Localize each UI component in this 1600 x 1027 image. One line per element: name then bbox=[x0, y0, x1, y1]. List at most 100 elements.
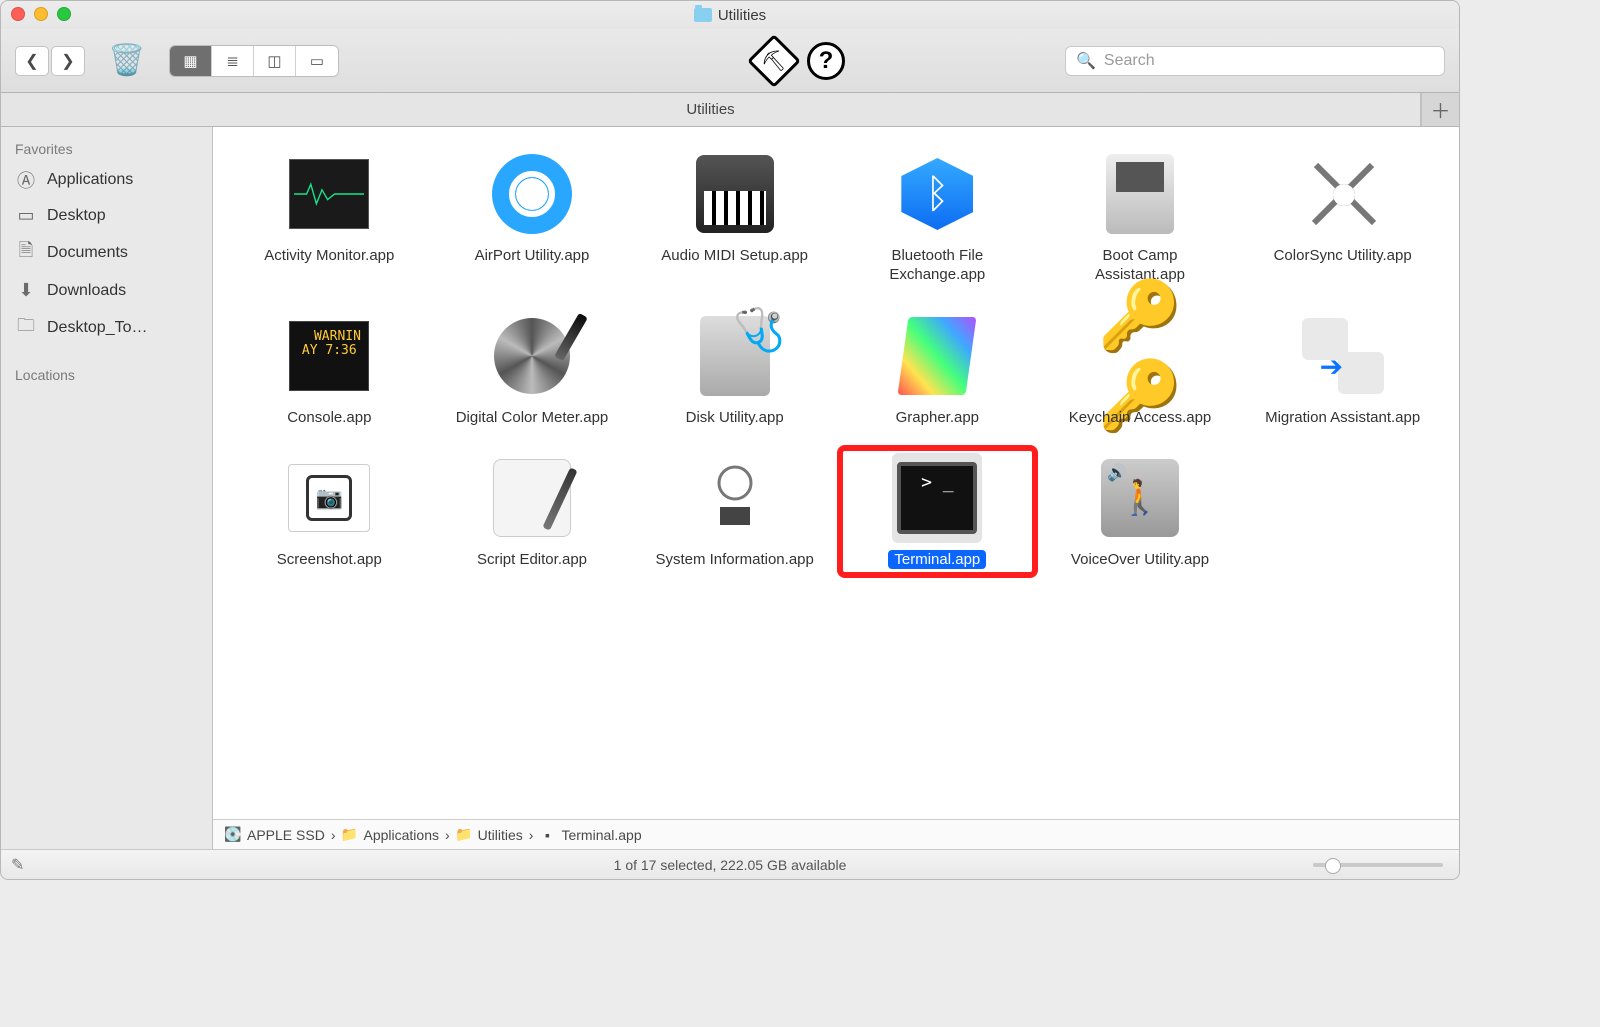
search-icon: 🔍 bbox=[1076, 51, 1096, 71]
folder-icon bbox=[694, 8, 712, 22]
edit-tags-icon[interactable]: ✎ bbox=[11, 855, 24, 875]
sysinfo-icon bbox=[690, 453, 780, 543]
forward-button[interactable]: ❯ bbox=[51, 46, 85, 76]
app-script-editor-app[interactable]: Script Editor.app bbox=[436, 449, 629, 574]
tab-label: Utilities bbox=[686, 101, 734, 118]
app-label: Audio MIDI Setup.app bbox=[655, 247, 815, 266]
app-label: ColorSync Utility.app bbox=[1263, 247, 1423, 266]
icon-grid: Activity Monitor.app AirPort Utility.app A… bbox=[233, 145, 1439, 574]
path-crumb-label: Utilities bbox=[478, 827, 523, 843]
disk-mini: 💽 bbox=[225, 826, 241, 843]
sidebar-item-applications[interactable]: ⒶApplications bbox=[1, 161, 212, 199]
app-console-app[interactable]: WARNIN AY 7:36Console.app bbox=[233, 307, 426, 432]
privileges-icon[interactable]: ⛏ bbox=[747, 34, 801, 88]
downloads-icon: ⬇ bbox=[15, 280, 37, 301]
view-column-button[interactable]: ◫ bbox=[254, 46, 296, 76]
trash-icon[interactable]: 🗑️ bbox=[109, 43, 145, 79]
voiceover-icon: 🚶 bbox=[1095, 453, 1185, 543]
sidebar-item-label: Desktop_To… bbox=[47, 319, 148, 337]
path-crumb[interactable]: 📁 Utilities bbox=[456, 826, 523, 843]
app-label: VoiceOver Utility.app bbox=[1060, 551, 1220, 570]
path-crumb-label: Terminal.app bbox=[561, 827, 641, 843]
path-separator: › bbox=[529, 827, 534, 843]
window-titlebar: Utilities bbox=[1, 1, 1459, 29]
search-input[interactable] bbox=[1104, 52, 1434, 70]
tab-utilities[interactable]: Utilities bbox=[1, 93, 1421, 126]
app-migration-assistant-app[interactable]: ➔Migration Assistant.app bbox=[1246, 307, 1439, 432]
window-title-text: Utilities bbox=[718, 7, 766, 24]
app-voiceover-utility-app[interactable]: 🚶 VoiceOver Utility.app bbox=[1044, 449, 1237, 574]
app-activity-monitor-app[interactable]: Activity Monitor.app bbox=[233, 145, 426, 289]
terminal-icon: > _ bbox=[892, 453, 982, 543]
activity-icon bbox=[284, 149, 374, 239]
window-controls bbox=[11, 7, 71, 21]
app-airport-utility-app[interactable]: AirPort Utility.app bbox=[436, 145, 629, 289]
back-button[interactable]: ❮ bbox=[15, 46, 49, 76]
toolbar: ❮ ❯ 🗑️ ▦ ≣ ◫ ▭ ⛏ ? 🔍 bbox=[1, 29, 1459, 93]
app-system-information-app[interactable]: System Information.app bbox=[638, 449, 831, 574]
status-bar: ✎ 1 of 17 selected, 222.05 GB available bbox=[1, 849, 1459, 879]
app-bluetooth-file-exchange-app[interactable]: ᛒ Bluetooth File Exchange.app bbox=[841, 145, 1034, 289]
path-crumb[interactable]: 📁Applications bbox=[342, 826, 440, 843]
zoom-button[interactable] bbox=[57, 7, 71, 21]
app-label: Grapher.app bbox=[857, 409, 1017, 428]
path-crumb[interactable]: 💽 APPLE SSD bbox=[225, 826, 325, 843]
sidebar-header: Favorites bbox=[1, 137, 212, 161]
app-label: Keychain Access.app bbox=[1060, 409, 1220, 428]
bootcamp-icon bbox=[1095, 149, 1185, 239]
view-list-button[interactable]: ≣ bbox=[212, 46, 254, 76]
app-screenshot-app[interactable]: Screenshot.app bbox=[233, 449, 426, 574]
icon-grid-area[interactable]: Activity Monitor.app AirPort Utility.app A… bbox=[213, 127, 1459, 819]
sidebar-item-label: Applications bbox=[47, 171, 133, 189]
app-terminal-app[interactable]: > _Terminal.app bbox=[841, 449, 1034, 574]
bt-icon: ᛒ bbox=[892, 149, 982, 239]
sidebar: FavoritesⒶApplications ▭ Desktop 🗎Documents… bbox=[1, 127, 213, 849]
minimize-button[interactable] bbox=[34, 7, 48, 21]
path-crumb[interactable]: ▪ Terminal.app bbox=[539, 827, 641, 843]
desktop-icon: ▭ bbox=[15, 205, 37, 226]
status-text: 1 of 17 selected, 222.05 GB available bbox=[614, 857, 847, 873]
app-label: Digital Color Meter.app bbox=[452, 409, 612, 428]
sidebar-item-documents[interactable]: 🗎Documents bbox=[1, 232, 212, 274]
screenshot-icon bbox=[284, 453, 374, 543]
app-digital-color-meter-app[interactable]: Digital Color Meter.app bbox=[436, 307, 629, 432]
airport-icon bbox=[487, 149, 577, 239]
keychain-icon: 🔑🔑 bbox=[1095, 311, 1185, 401]
sidebar-item-label: Desktop bbox=[47, 207, 106, 225]
app-keychain-access-app[interactable]: 🔑🔑 Keychain Access.app bbox=[1044, 307, 1237, 432]
view-icon-button[interactable]: ▦ bbox=[170, 46, 212, 76]
path-bar: 💽APPLE SSD › 📁Applications › 📁Utilities … bbox=[213, 819, 1459, 849]
sidebar-item-downloads[interactable]: ⬇ Downloads bbox=[1, 274, 212, 307]
window-title: Utilities bbox=[694, 7, 766, 24]
view-gallery-button[interactable]: ▭ bbox=[296, 46, 338, 76]
colorsync-icon bbox=[1298, 149, 1388, 239]
sidebar-item-label: Documents bbox=[47, 244, 128, 262]
sidebar-item-label: Downloads bbox=[47, 282, 126, 300]
app-grapher-app[interactable]: Grapher.app bbox=[841, 307, 1034, 432]
path-crumb-label: APPLE SSD bbox=[247, 827, 325, 843]
app-label: Screenshot.app bbox=[249, 551, 409, 570]
sidebar-item-desktop[interactable]: ▭ Desktop bbox=[1, 199, 212, 232]
help-icon[interactable]: ? bbox=[807, 42, 845, 80]
search-field[interactable]: 🔍 bbox=[1065, 46, 1445, 76]
app-boot-camp-assistant-app[interactable]: Boot Camp Assistant.app bbox=[1044, 145, 1237, 289]
app-disk-utility-app[interactable]: Disk Utility.app bbox=[638, 307, 831, 432]
nav-buttons: ❮ ❯ bbox=[15, 46, 85, 76]
app-label: Activity Monitor.app bbox=[249, 247, 409, 266]
app-colorsync-utility-app[interactable]: ColorSync Utility.app bbox=[1246, 145, 1439, 289]
path-separator: › bbox=[445, 827, 450, 843]
disk-icon bbox=[690, 311, 780, 401]
app-mini: ▪ bbox=[539, 827, 555, 843]
path-separator: › bbox=[331, 827, 336, 843]
icon-size-slider[interactable] bbox=[1313, 863, 1443, 867]
app-label: Bluetooth File Exchange.app bbox=[857, 247, 1017, 285]
folder-icon: 🗀 bbox=[15, 313, 37, 343]
sidebar-item-desktop-to-[interactable]: 🗀 Desktop_To… bbox=[1, 307, 212, 349]
console-icon: WARNIN AY 7:36 bbox=[284, 311, 374, 401]
folder-mini: 📁 bbox=[456, 826, 472, 843]
close-button[interactable] bbox=[11, 7, 25, 21]
view-mode-group: ▦ ≣ ◫ ▭ bbox=[169, 45, 339, 77]
app-audio-midi-setup-app[interactable]: Audio MIDI Setup.app bbox=[638, 145, 831, 289]
app-label: Script Editor.app bbox=[452, 551, 612, 570]
new-tab-button[interactable]: ＋ bbox=[1421, 93, 1459, 126]
